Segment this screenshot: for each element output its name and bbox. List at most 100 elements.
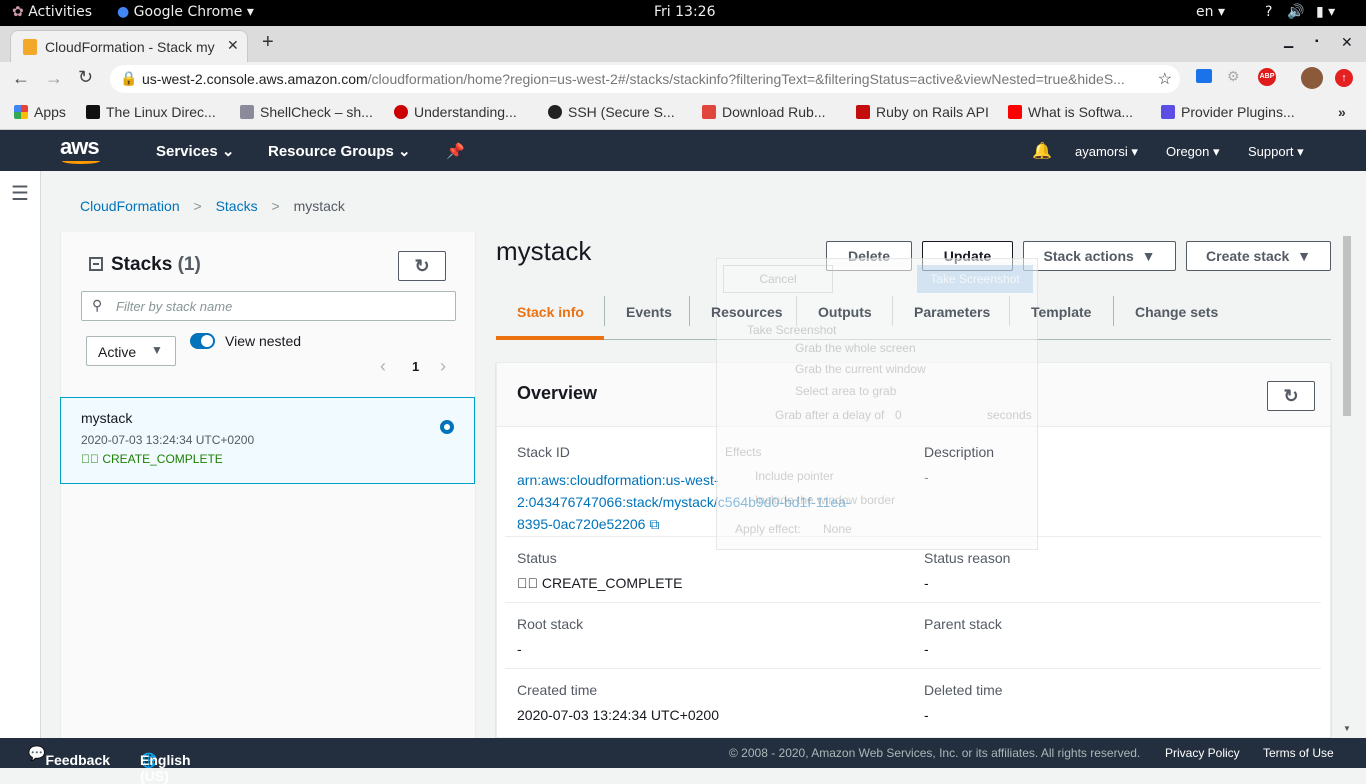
bookmark-apps[interactable]: Apps [14, 104, 66, 120]
resource-groups-label: Resource Groups [268, 143, 394, 160]
services-menu[interactable]: Services ⌄ [156, 142, 234, 160]
deleted-time-value: - [924, 707, 929, 723]
status-filter-select[interactable]: Active ▼ [86, 336, 176, 366]
console-footer: 💬 Feedback 🌐 English (US) © 2008 - 2020,… [0, 738, 1366, 784]
bookmark-star-icon[interactable]: ☆ [1153, 69, 1172, 89]
stack-id-line: 8395-0ac720e52206 [517, 516, 646, 532]
close-window-button[interactable]: ✕ [1341, 34, 1353, 51]
tab-template[interactable]: Template [1031, 304, 1091, 320]
feedback-label: Feedback [45, 752, 111, 768]
app-menu[interactable]: ● Google Chrome ▾ [117, 4, 254, 20]
bookmark-item[interactable]: Ruby on Rails API [856, 104, 989, 120]
prev-page-button[interactable]: ‹ [380, 356, 386, 377]
breadcrumb-cloudformation[interactable]: CloudFormation [80, 198, 180, 214]
refresh-stacks-button[interactable]: ↻ [398, 251, 446, 281]
activities-button[interactable]: ✿ Activities [12, 4, 92, 20]
bookmark-item[interactable]: Provider Plugins... [1161, 104, 1295, 120]
region-menu[interactable]: Oregon ▾ [1166, 144, 1220, 160]
bookmark-item[interactable]: SSH (Secure S... [548, 104, 675, 120]
stacks-title: Stacks (1) [111, 254, 201, 276]
htg-icon [86, 105, 100, 119]
user-menu[interactable]: ayamorsi ▾ [1075, 144, 1138, 160]
active-tab-indicator [496, 336, 604, 340]
extension-icon[interactable]: ⚙ [1227, 68, 1240, 85]
stack-list-item[interactable]: mystack 2020-07-03 13:24:34 UTC+0200 ✓⃝ … [60, 397, 475, 484]
resource-groups-menu[interactable]: Resource Groups ⌄ [268, 142, 411, 160]
terms-of-use-link[interactable]: Terms of Use [1263, 746, 1334, 760]
close-tab-icon[interactable]: ✕ [227, 37, 239, 54]
tab-stack-info[interactable]: Stack info [517, 304, 584, 320]
more-bookmarks-button[interactable]: » [1338, 104, 1346, 120]
stack-actions-button[interactable]: Stack actions ▼ [1023, 241, 1176, 271]
forward-icon[interactable]: → [45, 68, 63, 89]
update-icon[interactable]: ↑ [1335, 69, 1353, 87]
stack-name: mystack [81, 410, 133, 426]
language-menu[interactable]: en ▾ [1196, 4, 1225, 20]
reload-icon[interactable]: ↻ [78, 67, 93, 88]
minimize-button[interactable]: ▁ [1284, 34, 1293, 48]
status-text: CREATE_COMPLETE [541, 575, 683, 591]
root-stack-value: - [517, 641, 522, 657]
bell-icon[interactable]: 🔔 [1032, 141, 1052, 161]
create-stack-button[interactable]: Create stack ▼ [1186, 241, 1331, 271]
new-tab-button[interactable]: + [262, 31, 274, 54]
pin-icon[interactable]: 📌 [446, 142, 465, 160]
refresh-overview-button[interactable]: ↻ [1267, 381, 1315, 411]
tab-parameters[interactable]: Parameters [914, 304, 990, 320]
page-number[interactable]: 1 [412, 359, 419, 374]
os-top-bar: ✿ Activities ● Google Chrome ▾ Fri 13:26… [0, 0, 1366, 26]
terraform-icon [1161, 105, 1175, 119]
bookmark-item[interactable]: Download Rub... [702, 104, 826, 120]
battery-icon[interactable]: ▮ ▾ [1316, 4, 1335, 20]
adblock-icon[interactable]: ABP [1258, 68, 1276, 86]
maximize-button[interactable]: ▪ [1315, 36, 1319, 47]
user-label: ayamorsi [1075, 144, 1128, 159]
bookmark-label: What is Softwa... [1028, 104, 1134, 120]
ruby-icon [856, 105, 870, 119]
support-label: Support [1248, 144, 1294, 159]
stack-id-line: 2:043476747066:stack/mystack/c564b9d0-bd… [517, 494, 851, 510]
aws-logo[interactable]: aws [60, 134, 100, 160]
delete-button[interactable]: Delete [826, 241, 912, 271]
status-reason-value: - [924, 575, 929, 591]
shellcheck-icon [240, 105, 254, 119]
tab-outputs[interactable]: Outputs [818, 304, 872, 320]
collapse-icon[interactable] [89, 257, 103, 271]
clock[interactable]: Fri 13:26 [654, 4, 715, 20]
tab-change-sets[interactable]: Change sets [1135, 304, 1218, 320]
volume-icon[interactable]: 🔊 [1287, 4, 1304, 20]
next-page-button[interactable]: › [440, 356, 446, 377]
browser-tab[interactable]: CloudFormation - Stack my ✕ [10, 30, 248, 62]
view-nested-toggle[interactable] [190, 333, 215, 349]
bookmark-label: Apps [34, 104, 66, 120]
bookmark-item[interactable]: What is Softwa... [1008, 104, 1133, 120]
stack-id-link[interactable]: arn:aws:cloudformation:us-west- 2:043476… [517, 469, 851, 535]
help-icon[interactable]: ? [1265, 4, 1272, 20]
profile-avatar[interactable] [1301, 67, 1323, 89]
stack-filter-input[interactable]: ⚲ Filter by stack name [81, 291, 456, 321]
tab-resources[interactable]: Resources [711, 304, 783, 320]
scrollbar[interactable]: ▼ [1340, 232, 1354, 738]
support-menu[interactable]: Support ▾ [1248, 144, 1304, 160]
tab-events[interactable]: Events [626, 304, 672, 320]
bookmark-label: Understanding... [414, 104, 517, 120]
breadcrumb: CloudFormation > Stacks > mystack [80, 198, 345, 214]
bookmark-item[interactable]: Understanding... [394, 104, 517, 120]
ghost-cancel-button: Cancel [723, 265, 833, 293]
back-icon[interactable]: ← [12, 68, 30, 89]
stack-radio[interactable] [440, 420, 454, 434]
filter-placeholder: Filter by stack name [116, 299, 233, 314]
bookmark-item[interactable]: ShellCheck – sh... [240, 104, 373, 120]
bookmark-item[interactable]: The Linux Direc... [86, 104, 216, 120]
hamburger-menu-icon[interactable]: ☰ [11, 181, 29, 206]
side-nav: ☰ [0, 171, 41, 738]
stack-title: mystack [496, 236, 592, 266]
address-bar[interactable]: 🔒 us-west-2.console.aws.amazon.com/cloud… [110, 65, 1180, 93]
breadcrumb-stacks[interactable]: Stacks [216, 198, 258, 214]
feedback-button[interactable]: 💬 Feedback [28, 745, 110, 768]
extension-cast-icon[interactable] [1196, 69, 1212, 83]
update-button[interactable]: Update [922, 241, 1013, 271]
detail-tabs: Stack info Events Resources Outputs Para… [496, 296, 1331, 340]
privacy-policy-link[interactable]: Privacy Policy [1165, 746, 1240, 760]
ruby-shield-icon [702, 105, 716, 119]
